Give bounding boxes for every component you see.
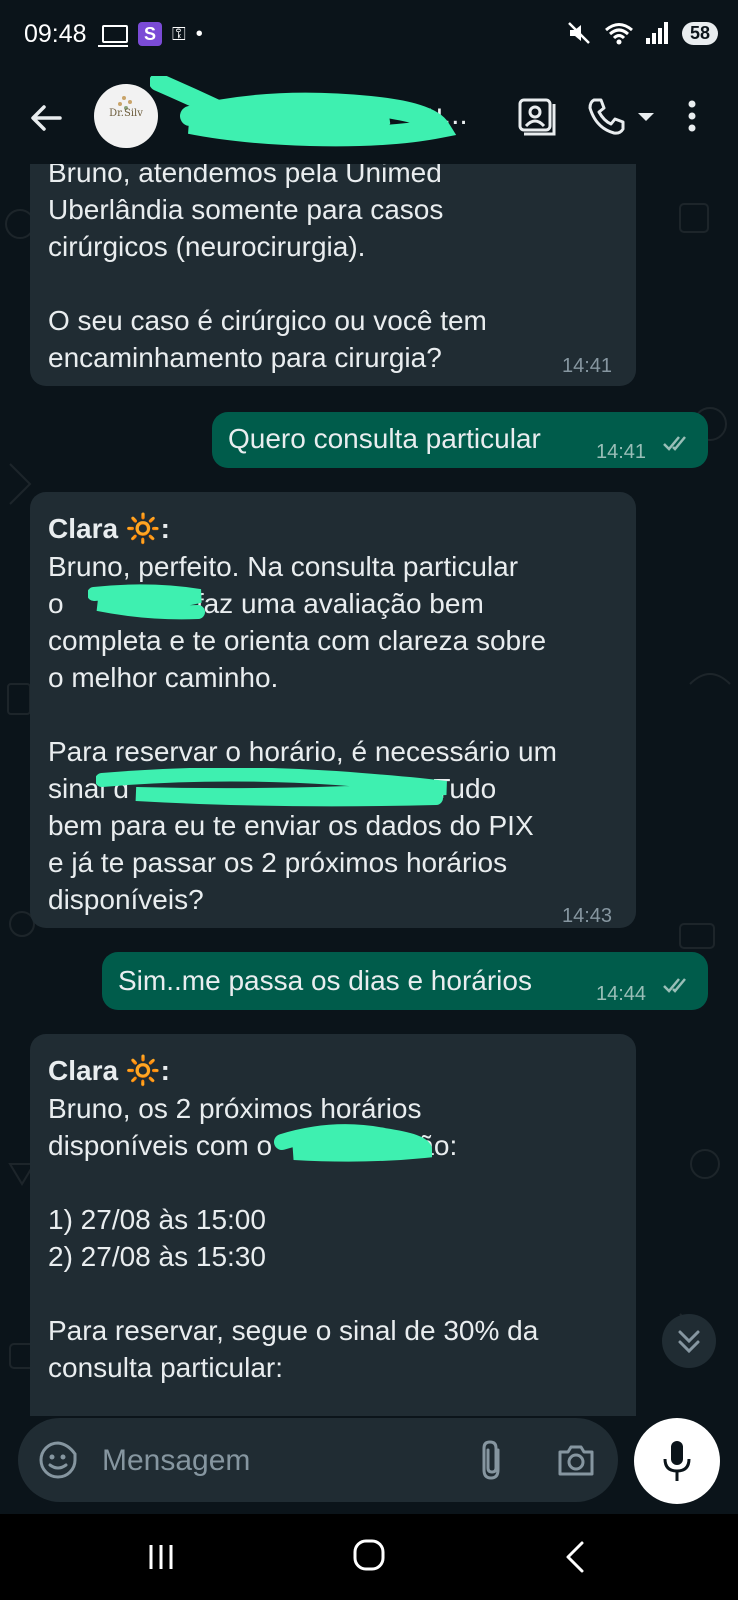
video-call-icon[interactable] xyxy=(514,94,558,138)
status-bar: 09:48 S ⚿ • 58 xyxy=(0,0,738,72)
status-time: 09:48 xyxy=(24,20,87,48)
message-time: 14:41 xyxy=(562,355,613,377)
chat-header: Dr.Silv Lessa u... xyxy=(0,72,738,164)
camera-icon[interactable] xyxy=(556,1442,596,1478)
mute-icon xyxy=(568,22,590,44)
home-icon[interactable] xyxy=(352,1538,386,1572)
avatar-text: Dr.Silv xyxy=(109,108,143,119)
back-icon[interactable] xyxy=(564,1540,586,1574)
voice-message-button[interactable] xyxy=(634,1418,720,1504)
message-text: Bruno, atendemos pela Unimed Uberlândia … xyxy=(48,164,487,373)
back-arrow-icon[interactable] xyxy=(26,98,66,138)
avatar[interactable]: Dr.Silv xyxy=(94,84,158,148)
phone-icon[interactable] xyxy=(584,94,628,138)
sticker-icon[interactable] xyxy=(38,1440,78,1480)
dot-icon: • xyxy=(195,22,203,45)
chat-area[interactable]: Bruno, atendemos pela Unimed Uberlândia … xyxy=(0,164,738,1416)
message-input[interactable] xyxy=(100,1436,444,1486)
read-receipt-icon xyxy=(663,978,686,993)
battery-icon: 58 xyxy=(681,21,718,45)
wifi-icon xyxy=(605,23,633,45)
redaction-scribble xyxy=(96,768,447,807)
redaction-scribble xyxy=(150,76,457,147)
message-incoming[interactable]: Clara 🔆: Bruno, perfeito. Na consulta pa… xyxy=(30,492,636,928)
message-incoming[interactable]: Clara 🔆: Bruno, os 2 próximos horários d… xyxy=(30,1034,636,1416)
redaction-scribble xyxy=(274,1124,433,1162)
system-nav-bar xyxy=(0,1514,738,1600)
message-incoming[interactable]: Bruno, atendemos pela Unimed Uberlândia … xyxy=(30,164,636,386)
redaction-scribble xyxy=(88,584,205,620)
message-text: Quero consulta particular xyxy=(228,423,541,454)
message-composer xyxy=(18,1418,618,1502)
s-app-icon: S xyxy=(138,22,162,46)
message-text: Sim..me passa os dias e horários xyxy=(118,965,532,996)
message-outgoing[interactable]: Quero consulta particular 14:41 xyxy=(212,412,708,468)
scroll-to-bottom-button[interactable] xyxy=(662,1314,716,1368)
status-left-icons: S ⚿ • xyxy=(98,22,203,47)
status-right-icons: 58 xyxy=(566,20,718,46)
message-outgoing[interactable]: Sim..me passa os dias e horários 14:44 xyxy=(102,952,708,1010)
attach-icon[interactable] xyxy=(476,1438,510,1482)
signal-icon xyxy=(645,22,668,44)
message-time: 14:44 xyxy=(596,983,647,1005)
laptop-icon xyxy=(98,25,128,47)
double-chevron-down-icon xyxy=(678,1330,700,1354)
message-time: 14:43 xyxy=(562,905,613,927)
message-sender: Clara 🔆: xyxy=(48,513,171,544)
read-receipt-icon xyxy=(663,436,686,451)
key-icon: ⚿ xyxy=(172,23,186,44)
message-sender: Clara 🔆: xyxy=(48,1055,171,1086)
chevron-down-icon[interactable] xyxy=(634,94,658,138)
more-options-icon[interactable] xyxy=(680,94,704,138)
battery-level: 58 xyxy=(689,22,710,43)
recent-apps-icon[interactable] xyxy=(146,1542,176,1572)
message-time: 14:41 xyxy=(596,441,647,463)
microphone-icon xyxy=(663,1441,691,1481)
